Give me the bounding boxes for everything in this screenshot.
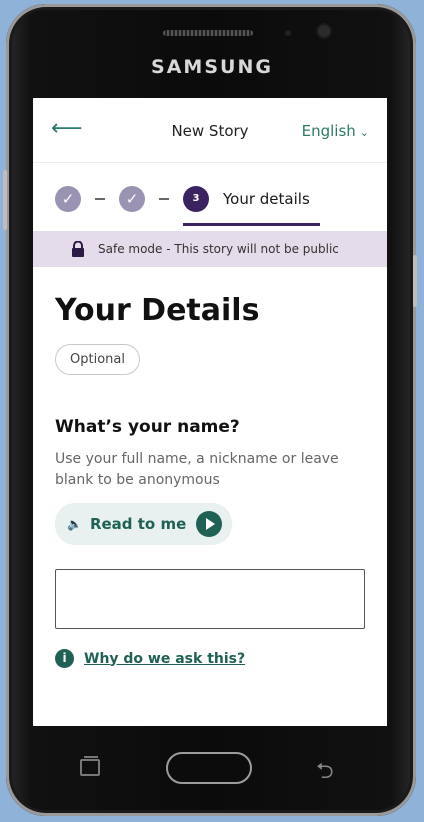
section-heading: Your Details [55,293,260,328]
back-key-icon[interactable]: ⮌ [316,754,334,792]
why-we-ask-label: Why do we ask this? [84,650,246,667]
step-2-check-icon: ✓ [119,186,145,212]
recent-apps-key[interactable] [80,756,100,776]
form-content: Your Details Optional What’s your name? … [33,293,387,668]
top-bar: ⟵ New Story English ⌄ [33,98,387,163]
read-to-me-button[interactable]: 🔈 Read to me [55,503,233,545]
current-step-indicator [183,223,320,226]
volume-button [3,170,7,230]
chevron-down-icon: ⌄ [359,126,369,139]
name-hint: Use your full name, a nickname or leave … [55,451,339,488]
current-step-label: Your details [223,190,310,208]
app-screen: ⟵ New Story English ⌄ ✓ ✓ 3 Your details … [33,98,387,726]
play-icon [196,511,223,537]
safe-mode-text: Safe mode - This story will not be publi… [98,242,339,256]
step-3-number: 3 [183,186,209,212]
safe-mode-banner: Safe mode - This story will not be publi… [33,231,387,267]
power-button [413,255,417,307]
earpiece-speaker [163,30,253,36]
home-button[interactable] [166,752,252,784]
language-selector[interactable]: English ⌄ [302,122,369,140]
step-connector [95,198,105,200]
name-input[interactable] [55,569,365,629]
optional-badge: Optional [55,344,140,375]
step-1-check-icon: ✓ [55,186,81,212]
step-connector [159,198,169,200]
proximity-sensor [285,30,291,36]
brand-logo: SAMSUNG [151,56,273,78]
lock-icon [72,241,84,257]
name-question: What’s your name? [55,417,240,437]
language-label: English [301,122,356,140]
why-we-ask-link[interactable]: i Why do we ask this? [55,649,365,668]
speaker-icon: 🔈 [67,517,82,531]
info-icon: i [55,649,74,668]
progress-stepper: ✓ ✓ 3 Your details [33,163,387,231]
front-camera [318,25,330,37]
read-to-me-label: Read to me [89,515,187,533]
